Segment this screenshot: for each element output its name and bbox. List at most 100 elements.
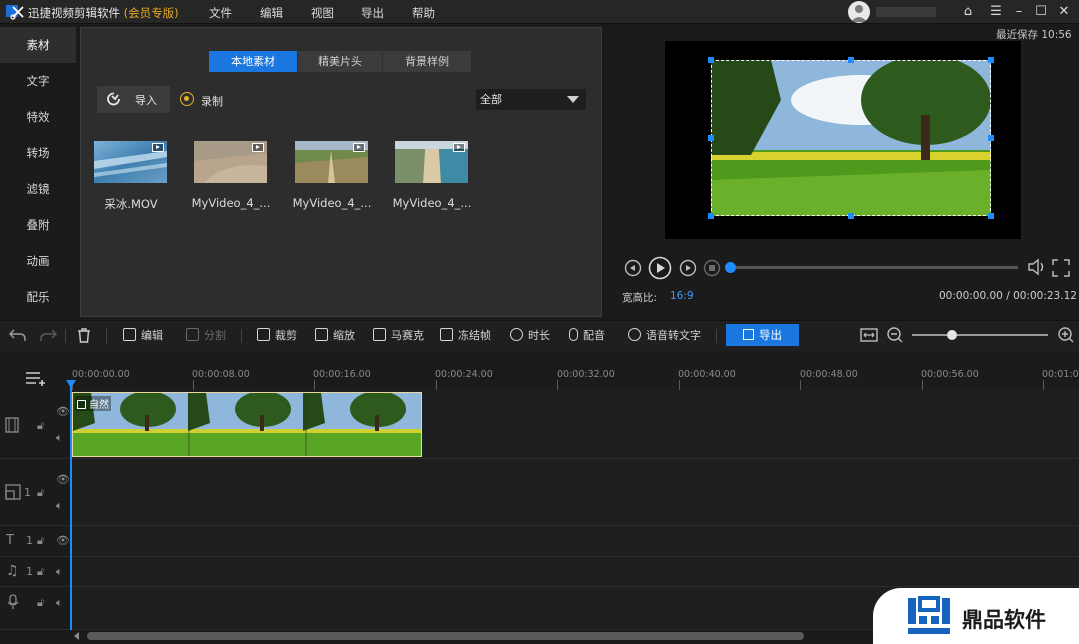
play-icon[interactable]	[648, 256, 672, 280]
sidebar-item-text[interactable]: 文字	[0, 63, 76, 99]
scroll-left-arrow-icon[interactable]	[74, 632, 79, 640]
eye-icon[interactable]: 👁︎	[56, 405, 70, 418]
mosaic-button[interactable]: 马赛克	[373, 328, 424, 344]
edit-button[interactable]: 编辑	[123, 328, 163, 344]
fullscreen-icon[interactable]	[1052, 259, 1070, 277]
trash-icon[interactable]	[76, 327, 92, 343]
minimize-icon[interactable]: –	[1009, 2, 1029, 22]
scrollbar-thumb[interactable]	[87, 632, 804, 640]
tick-label: 00:00:24.00	[435, 369, 493, 380]
resize-handle[interactable]	[708, 57, 714, 63]
speaker-icon[interactable]: 🔈︎	[56, 565, 63, 579]
resize-handle[interactable]	[848, 57, 854, 63]
maximize-icon[interactable]: ☐	[1031, 2, 1051, 22]
playhead[interactable]	[70, 380, 72, 630]
lock-icon[interactable]: 🔓︎	[37, 419, 44, 433]
import-button[interactable]: 导入	[97, 86, 170, 113]
redo-icon[interactable]	[39, 327, 57, 343]
export-button[interactable]: 导出	[726, 324, 799, 346]
sidebar-item-animations[interactable]: 动画	[0, 243, 76, 279]
voiceover-track-header: 🔓︎ 🔈︎	[0, 587, 70, 630]
resize-handle[interactable]	[708, 213, 714, 219]
sidebar-item-effects[interactable]: 特效	[0, 99, 76, 135]
username-masked	[876, 7, 936, 17]
duration-button[interactable]: 时长	[510, 328, 550, 344]
freeze-frame-button[interactable]: 冻结帧	[440, 328, 491, 344]
menu-export[interactable]: 导出	[361, 5, 384, 21]
resize-handle[interactable]	[708, 135, 714, 141]
record-label[interactable]: 录制	[201, 93, 223, 109]
media-thumbnail[interactable]	[94, 141, 167, 183]
music-track[interactable]	[70, 557, 1079, 587]
lock-icon[interactable]: 🔓︎	[37, 565, 44, 579]
fit-timeline-icon[interactable]	[860, 327, 878, 343]
media-name: MyVideo_4_...	[292, 196, 372, 210]
close-icon[interactable]: ✕	[1054, 2, 1074, 22]
track-count: 1	[26, 565, 33, 578]
resize-handle[interactable]	[848, 213, 854, 219]
text-track[interactable]	[70, 526, 1079, 557]
eye-icon[interactable]: 👁︎	[56, 473, 70, 486]
split-button[interactable]: 分割	[186, 328, 226, 344]
resize-handle[interactable]	[988, 135, 994, 141]
add-track-icon[interactable]	[25, 370, 47, 386]
zoom-slider-knob[interactable]	[947, 330, 957, 340]
sidebar-item-transitions[interactable]: 转场	[0, 135, 76, 171]
stop-icon[interactable]	[703, 259, 721, 277]
lock-icon[interactable]: 🔓︎	[37, 534, 44, 548]
undo-icon[interactable]	[9, 327, 27, 343]
sidebar-item-music[interactable]: 配乐	[0, 279, 76, 315]
home-icon[interactable]: ⌂	[958, 2, 978, 22]
speaker-icon[interactable]: 🔈︎	[56, 499, 63, 513]
crop-button[interactable]: 裁剪	[257, 328, 297, 344]
playhead-handle[interactable]	[66, 380, 76, 388]
menu-icon[interactable]: ☰	[986, 2, 1006, 22]
volume-icon[interactable]	[1027, 258, 1049, 276]
lock-icon[interactable]: 🔓︎	[37, 486, 44, 500]
overlay-track[interactable]	[70, 459, 1079, 526]
menu-view[interactable]: 视图	[311, 5, 334, 21]
avatar[interactable]	[848, 1, 870, 23]
sidebar-item-media[interactable]: 素材	[0, 27, 76, 63]
tick-label: 00:00:08.00	[192, 369, 250, 380]
video-clip[interactable]	[72, 392, 422, 457]
previous-frame-icon[interactable]	[624, 259, 642, 277]
media-thumbnail[interactable]	[395, 141, 468, 183]
tab-backgrounds[interactable]: 背景样例	[383, 51, 471, 72]
media-name: 采冰.MOV	[104, 197, 158, 211]
next-frame-icon[interactable]	[679, 259, 697, 277]
menu-file[interactable]: 文件	[209, 5, 232, 21]
menu-help[interactable]: 帮助	[412, 5, 435, 21]
record-radio[interactable]	[180, 92, 194, 106]
tab-intros[interactable]: 精美片头	[298, 51, 382, 72]
toolbar-divider	[716, 329, 717, 343]
clock-icon	[510, 328, 523, 341]
media-thumbnail[interactable]	[295, 141, 368, 183]
crop-selection-box[interactable]	[708, 57, 994, 219]
filter-select[interactable]: 全部	[476, 89, 586, 110]
seek-knob[interactable]	[725, 262, 736, 273]
tick-label: 00:00:40.00	[678, 369, 736, 380]
tick-label: 00:01:04	[1042, 369, 1079, 380]
dub-button[interactable]: 配音	[569, 328, 605, 344]
aspect-ratio-value[interactable]: 16:9	[670, 290, 694, 302]
menu-edit[interactable]: 编辑	[260, 5, 283, 21]
resize-handle[interactable]	[988, 57, 994, 63]
zoom-out-icon[interactable]	[886, 326, 904, 344]
sidebar-item-filters[interactable]: 滤镜	[0, 171, 76, 207]
chevron-down-icon	[567, 96, 579, 103]
zoom-in-icon[interactable]	[1057, 326, 1075, 344]
speech-to-text-button[interactable]: 语音转文字	[628, 328, 701, 344]
timeline-zoom-slider[interactable]	[912, 334, 1048, 336]
tab-local-media[interactable]: 本地素材	[209, 51, 297, 72]
speaker-icon[interactable]: 🔈︎	[56, 431, 63, 445]
speaker-icon[interactable]: 🔈︎	[56, 596, 63, 610]
resize-handle[interactable]	[988, 213, 994, 219]
eye-icon[interactable]: 👁︎	[56, 534, 70, 547]
seek-bar[interactable]	[730, 266, 1018, 269]
lock-icon[interactable]: 🔓︎	[37, 596, 44, 610]
zoom-button[interactable]: 缩放	[315, 328, 355, 344]
zoom-frame-icon	[315, 328, 328, 341]
media-thumbnail[interactable]	[194, 141, 267, 183]
sidebar-item-overlays[interactable]: 叠附	[0, 207, 76, 243]
